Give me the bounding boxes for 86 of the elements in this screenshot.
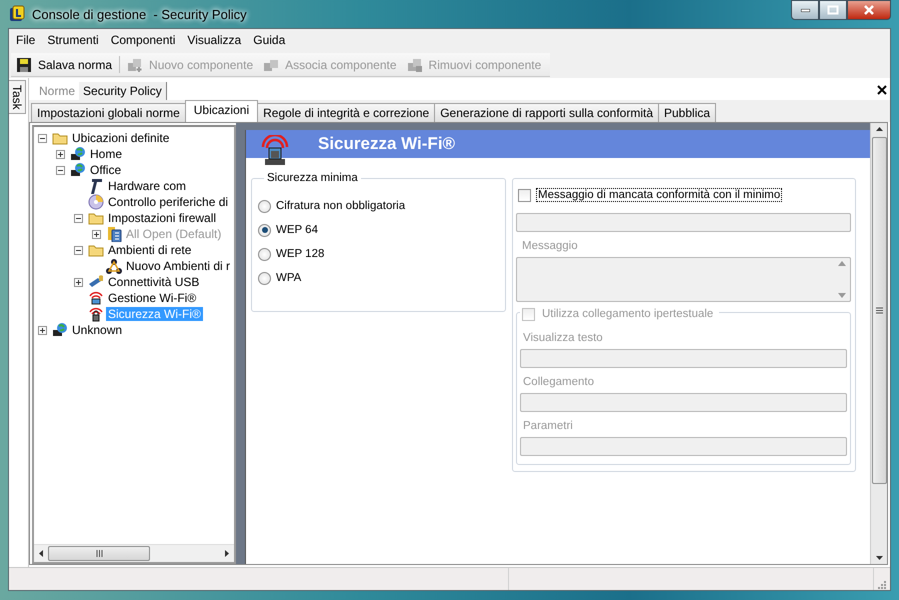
minimize-button[interactable] <box>791 0 819 20</box>
tree-item[interactable]: Nuovo Ambienti di r <box>124 259 232 273</box>
globe-computer-icon <box>52 322 68 338</box>
save-icon <box>16 56 32 72</box>
close-icon <box>863 5 875 15</box>
checkbox-label: Utilizza collegamento ipertestuale <box>541 307 714 321</box>
field-label: Messaggio <box>522 240 579 252</box>
expand-icon[interactable] <box>56 150 65 158</box>
network-icon <box>106 258 122 274</box>
tree-item[interactable]: Gestione Wi-Fi® <box>106 291 198 305</box>
close-icon[interactable] <box>877 85 887 95</box>
checkbox-label: Messaggio di mancata conformità con il minimo <box>536 188 782 202</box>
globe-computer-icon <box>70 146 86 162</box>
scroll-down-icon <box>838 293 846 298</box>
tree-item[interactable]: Office <box>88 163 124 177</box>
maximize-button[interactable] <box>819 0 847 20</box>
input-field[interactable] <box>520 349 847 368</box>
tab[interactable]: Pubblica <box>658 103 716 122</box>
tree-item[interactable]: Connettività USB <box>106 275 202 289</box>
field-label: Visualizza testo <box>523 332 604 344</box>
radio-button[interactable] <box>258 248 271 260</box>
menu-item[interactable]: Guida <box>248 30 292 50</box>
menu-item[interactable]: Strumenti <box>42 30 106 50</box>
side-tab[interactable]: Task <box>9 80 26 114</box>
firewall-icon <box>106 226 122 242</box>
blocks-icon <box>406 56 423 72</box>
app-logo-icon <box>8 5 26 23</box>
document-tab[interactable]: Norme <box>35 82 80 100</box>
collapse-icon[interactable] <box>38 134 47 142</box>
field-label: Parametri <box>523 420 574 432</box>
input-field[interactable] <box>520 437 847 456</box>
tree-item[interactable]: Hardware com <box>106 179 188 193</box>
message-field[interactable] <box>516 257 851 302</box>
minimize-icon <box>800 8 810 12</box>
radio-label: WPA <box>276 272 302 284</box>
tab[interactable]: Generazione di rapporti sulla conformità <box>434 103 659 122</box>
usb-icon <box>88 274 104 290</box>
radio-label: WEP 128 <box>276 248 324 260</box>
tree-item[interactable]: Unknown <box>70 323 124 337</box>
scroll-left-icon <box>38 549 44 558</box>
radio-button[interactable] <box>258 272 271 284</box>
expand-icon[interactable] <box>74 278 83 286</box>
grip-icon <box>96 550 102 557</box>
radio-label: WEP 64 <box>276 224 318 236</box>
radio-button[interactable] <box>258 224 271 236</box>
tab[interactable]: Impostazioni globali norme <box>31 103 186 122</box>
panel-title: Sicurezza Wi-Fi® <box>318 134 456 154</box>
expand-icon[interactable] <box>38 326 47 334</box>
document-tab[interactable]: Security Policy <box>79 82 167 100</box>
tree-item[interactable]: Ubicazioni definite <box>70 131 172 145</box>
toolbar-button[interactable]: Salava norma <box>11 54 118 74</box>
resize-grip-icon <box>877 580 887 590</box>
wifi-lock-icon <box>260 135 290 167</box>
tree-item[interactable]: Impostazioni firewall <box>106 211 218 225</box>
tab[interactable]: Regole di integrità e correzione <box>257 103 436 122</box>
scroll-right-icon <box>224 549 230 558</box>
close-button[interactable] <box>847 0 891 20</box>
wifi-laptop-icon <box>88 290 104 306</box>
disc-icon <box>88 194 104 210</box>
tree-item[interactable]: Controllo periferiche di <box>106 195 230 209</box>
globe-computer-icon <box>70 162 86 178</box>
window-title: Console di gestione - Security Policy <box>32 6 247 22</box>
collapse-icon[interactable] <box>74 214 83 222</box>
radio-button[interactable] <box>258 200 271 212</box>
grip-icon <box>876 307 882 314</box>
input-field[interactable] <box>516 213 851 232</box>
checkbox[interactable] <box>518 188 531 202</box>
scroll-up-icon <box>838 261 846 266</box>
tree-item[interactable]: Ambienti di rete <box>106 243 194 257</box>
tab[interactable]: Ubicazioni <box>184 100 258 122</box>
menu-item[interactable]: Componenti <box>106 30 182 50</box>
menu-item[interactable]: File <box>11 30 42 50</box>
hardware-icon <box>88 178 104 194</box>
radio-label: Cifratura non obbligatoria <box>276 200 406 212</box>
input-field[interactable] <box>520 393 847 412</box>
horizontal-scrollbar[interactable] <box>34 544 234 562</box>
menu-item[interactable]: Visualizza <box>182 30 248 50</box>
wifi-lock-icon <box>88 306 104 322</box>
vertical-scrollbar[interactable] <box>870 123 887 564</box>
maximize-icon <box>827 5 839 15</box>
blocks-icon <box>127 56 144 72</box>
collapse-icon[interactable] <box>74 246 83 254</box>
collapse-icon[interactable] <box>56 166 65 174</box>
group-title: Sicurezza minima <box>266 172 359 184</box>
tree-item[interactable]: Home <box>88 147 124 161</box>
field-label: Collegamento <box>523 376 595 388</box>
